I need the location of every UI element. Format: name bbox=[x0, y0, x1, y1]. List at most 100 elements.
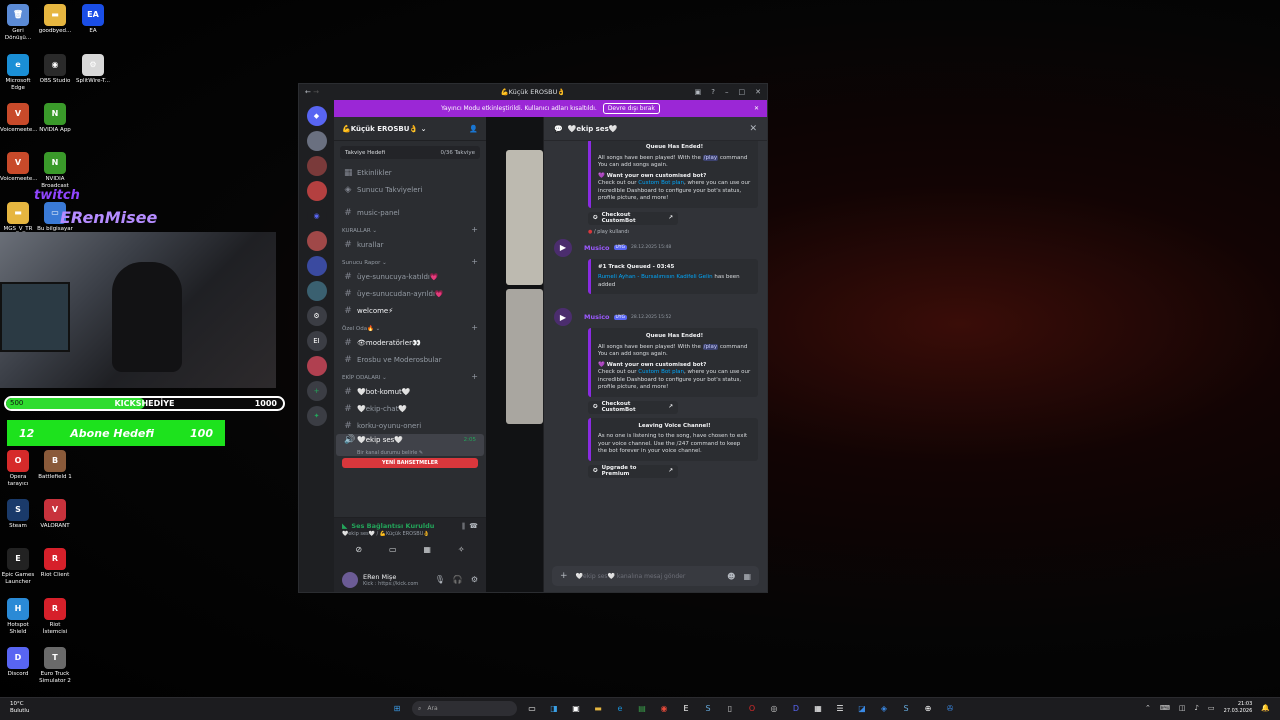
add-channel-icon[interactable]: + bbox=[471, 372, 478, 381]
channel-category[interactable]: Sunucu Rapor ⌄ + bbox=[334, 253, 486, 268]
app-icon[interactable]: ✇ bbox=[943, 702, 957, 716]
screen-share-icon[interactable]: ▭ bbox=[389, 545, 397, 554]
disable-streamer-mode-button[interactable]: Devre dışı bırak bbox=[602, 103, 660, 114]
channel-item[interactable]: # korku-oyunu-oneri bbox=[336, 417, 484, 434]
app-icon[interactable]: ☰ bbox=[833, 702, 847, 716]
channel-item[interactable]: # 🤍ekip-chat🤍 bbox=[336, 400, 484, 417]
command-mention[interactable]: /play bbox=[702, 154, 719, 161]
events-item[interactable]: ▦ Etkinlikler bbox=[336, 164, 484, 181]
custom-bot-link[interactable]: Custom Bot plan bbox=[638, 369, 684, 375]
steam-icon[interactable]: S bbox=[899, 702, 913, 716]
desktop-icon[interactable]: V Voicemeete... bbox=[0, 103, 38, 134]
command-mention[interactable]: /play bbox=[702, 343, 719, 350]
app-icon[interactable]: ◈ bbox=[877, 702, 891, 716]
desktop-icon[interactable]: E Epic Games Launcher bbox=[0, 548, 36, 585]
desktop-icon[interactable]: V VALORANT bbox=[37, 499, 73, 530]
server-header[interactable]: 💪Küçük EROSBU👌 ⌄ 👤 bbox=[334, 117, 486, 141]
server-icon[interactable]: EI bbox=[306, 331, 327, 351]
desktop-icon[interactable]: 🗑 Geri Dönüşü... bbox=[0, 4, 36, 41]
add-channel-icon[interactable]: + bbox=[471, 225, 478, 234]
server-icon[interactable] bbox=[306, 231, 327, 251]
desktop-icon[interactable]: V Voicemeete... bbox=[0, 152, 38, 183]
volume-icon[interactable]: ♪ bbox=[1195, 704, 1199, 712]
channel-item[interactable]: # 👁moderatörler👀 bbox=[336, 334, 484, 351]
network-icon[interactable]: ◫ bbox=[1179, 704, 1186, 712]
close-banner-icon[interactable]: ✕ bbox=[754, 105, 759, 112]
channel-item[interactable]: # welcome⚡ bbox=[336, 302, 484, 319]
server-icon[interactable] bbox=[306, 181, 327, 201]
language-icon[interactable]: ⌨ bbox=[1160, 704, 1170, 712]
desktop-icon[interactable]: ▬ goodbyed... bbox=[37, 4, 73, 35]
activities-icon[interactable]: ▦ bbox=[423, 545, 431, 554]
minimize-icon[interactable]: – bbox=[725, 88, 729, 96]
camera-off-icon[interactable]: ⊘ bbox=[355, 545, 362, 554]
emoji-icon[interactable]: ☻ bbox=[727, 572, 735, 581]
settings-gear-icon[interactable]: ⚙ bbox=[471, 575, 478, 584]
help-icon[interactable]: ? bbox=[711, 88, 715, 96]
bot-avatar[interactable]: ▶ bbox=[554, 308, 572, 326]
desktop-icon[interactable]: ▬ MGS_V_TR bbox=[0, 202, 36, 233]
channel-status-hint[interactable]: Bir kanal durumu belirle ✎ bbox=[344, 450, 476, 456]
song-link[interactable]: Rumeli Ayhan - Bursalımısın Kadifeli Gel… bbox=[598, 274, 713, 280]
app-icon[interactable]: ⊕ bbox=[921, 702, 935, 716]
video-tile[interactable] bbox=[506, 150, 543, 285]
upgrade-premium-button[interactable]: ✪ Upgrade to Premium ↗ bbox=[588, 464, 678, 478]
task-view-icon[interactable]: ▭ bbox=[525, 702, 539, 716]
channel-item[interactable]: # Erosbu ve Moderosbular bbox=[336, 351, 484, 368]
server-icon[interactable]: ◉ bbox=[306, 206, 327, 226]
store-icon[interactable]: ▤ bbox=[635, 702, 649, 716]
microphone-icon[interactable]: 🎙 bbox=[435, 575, 445, 584]
desktop-icon[interactable]: EA EA bbox=[75, 4, 111, 35]
explore-icon[interactable]: ✦ bbox=[306, 406, 327, 426]
obs-icon[interactable]: ◎ bbox=[767, 702, 781, 716]
start-icon[interactable]: ⊞ bbox=[390, 702, 404, 716]
server-icon[interactable] bbox=[306, 131, 327, 151]
desktop-icon[interactable]: H Hotspot Shield bbox=[0, 598, 36, 635]
message-input[interactable]: 🤍ekip ses🤍 kanalına mesaj gönder bbox=[576, 573, 686, 580]
desktop-icon[interactable]: R Riot Client bbox=[37, 548, 73, 579]
add-channel-icon[interactable]: + bbox=[471, 323, 478, 332]
desktop-icon[interactable]: B Battlefield 1 bbox=[37, 450, 73, 481]
desktop-icon[interactable]: ◉ OBS Studio bbox=[37, 54, 73, 85]
bot-name[interactable]: Musico bbox=[584, 313, 610, 321]
avatar[interactable] bbox=[342, 571, 358, 588]
widgets-icon[interactable]: ◨ bbox=[547, 702, 561, 716]
add-attachment-icon[interactable]: + bbox=[560, 571, 568, 581]
close-icon[interactable]: ✕ bbox=[755, 88, 761, 96]
epic-icon[interactable]: E bbox=[679, 702, 693, 716]
apps-icon[interactable]: ▦ bbox=[743, 572, 751, 581]
app-icon[interactable]: ◪ bbox=[855, 702, 869, 716]
server-icon[interactable] bbox=[306, 156, 327, 176]
desktop-icon[interactable]: ⚙ SplitWire-T... bbox=[75, 54, 111, 85]
reply-context[interactable]: ● / play kullandı bbox=[588, 229, 757, 235]
server-boosts-item[interactable]: ◈ Sunucu Takviyeleri bbox=[336, 181, 484, 198]
channel-item[interactable]: # üye-sunucudan-ayrıldı💗 bbox=[336, 285, 484, 302]
video-tile[interactable] bbox=[506, 289, 543, 424]
desktop-icon[interactable]: e Microsoft Edge bbox=[0, 54, 36, 91]
add-server-icon[interactable]: + bbox=[306, 381, 327, 401]
desktop-icon[interactable]: O Opera tarayıcı bbox=[0, 450, 36, 487]
channel-category[interactable]: Özel Oda🔥 ⌄ + bbox=[334, 319, 486, 334]
server-icon[interactable] bbox=[306, 281, 327, 301]
channel-item[interactable]: # 🤍bot-komut🤍 bbox=[336, 383, 484, 400]
server-icon[interactable]: ⚙ bbox=[306, 306, 327, 326]
channel-category[interactable]: KURALLAR ⌄ + bbox=[334, 221, 486, 236]
bot-name[interactable]: Musico bbox=[584, 244, 610, 252]
tray-chevron-icon[interactable]: ⌃ bbox=[1145, 704, 1151, 712]
server-icon[interactable] bbox=[306, 256, 327, 276]
disconnect-icon[interactable]: ☎ bbox=[469, 522, 478, 530]
app-icon[interactable]: ▣ bbox=[569, 702, 583, 716]
app-icon[interactable]: ▦ bbox=[811, 702, 825, 716]
desktop-icon[interactable]: D Discord bbox=[0, 647, 36, 678]
bot-avatar[interactable]: ▶ bbox=[554, 238, 572, 257]
server-icon[interactable] bbox=[306, 356, 327, 376]
clock[interactable]: 21:03 27.03.2026 bbox=[1224, 701, 1253, 715]
channel-item[interactable]: # kurallar bbox=[336, 236, 484, 253]
desktop-icon[interactable]: N NVIDIA Broadcast bbox=[37, 152, 73, 189]
battery-icon[interactable]: ▭ bbox=[1208, 704, 1215, 712]
desktop-icon[interactable]: N NVIDIA App bbox=[37, 103, 73, 134]
edge-icon[interactable]: e bbox=[613, 702, 627, 716]
boost-goal[interactable]: Takviye Hedefi 0/36 Takviye bbox=[340, 146, 480, 159]
channel-item[interactable]: # music-panel bbox=[336, 204, 484, 221]
inbox-icon[interactable]: ▣ bbox=[695, 88, 702, 96]
